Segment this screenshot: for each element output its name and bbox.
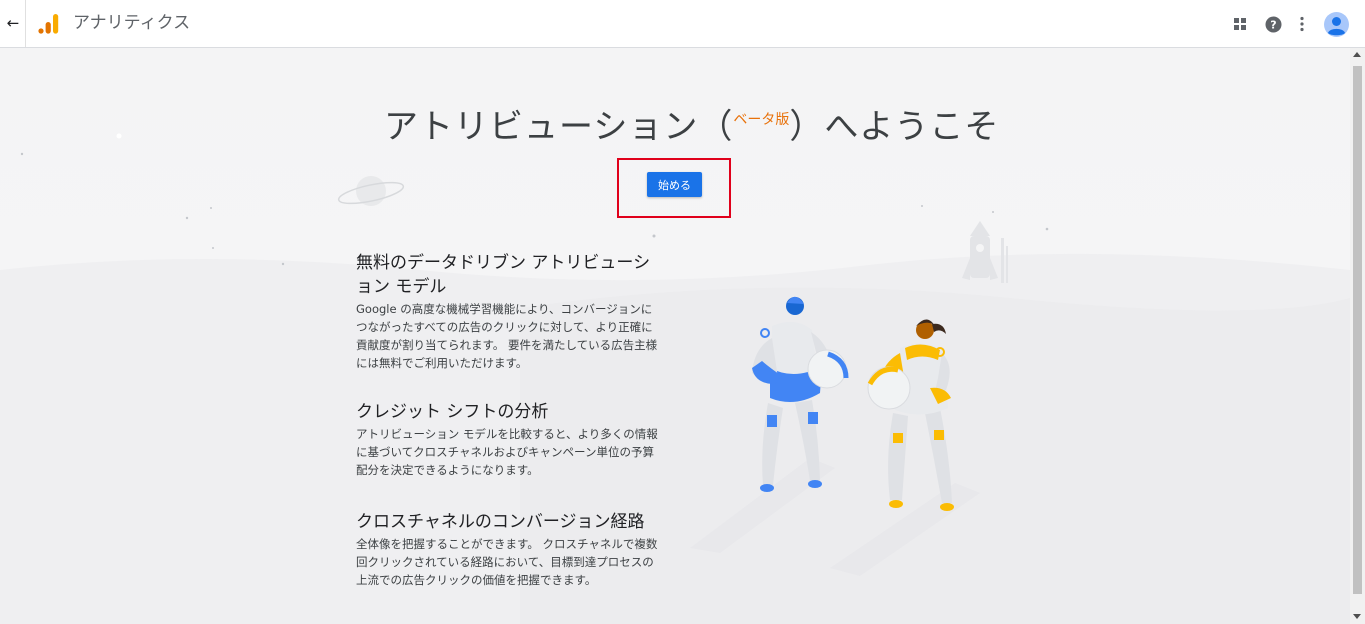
topbar-divider [25,0,26,47]
top-app-bar: ← アナリティクス ? [0,0,1365,48]
feature-description: 全体像を把握することができます。 クロスチャネルで複数回クリックされている経路に… [356,537,658,587]
feature-description: Google の高度な機械学習機能により、コンバージョンにつながったすべての広告… [356,302,658,370]
feature-cross-channel-paths: クロスチャネルのコンバージョン経路 全体像を把握することができます。 クロスチャ… [356,510,661,589]
welcome-panel: アトリビューション（ベータ版）へようこそ 始める 無料のデータドリブン アトリビ… [0,48,1350,624]
rocket-icon [962,221,1008,283]
back-arrow-icon[interactable]: ← [5,14,21,32]
app-title: アナリティクス [73,13,191,33]
planet-icon [337,176,405,206]
page-title: アトリビューション（ベータ版）へようこそ [384,106,999,155]
feature-description: アトリビューション モデルを比較すると、より多くの情報に基づいてクロスチャネルお… [356,427,658,477]
scroll-down-arrow-icon[interactable] [1353,614,1361,619]
feature-heading: クロスチャネルのコンバージョン経路 [356,512,645,532]
start-button[interactable]: 始める [647,172,702,197]
star-icon [116,133,122,139]
scrollbar-thumb[interactable] [1353,66,1362,594]
title-text-end: ）へようこそ [789,107,1000,147]
title-text-start: アトリビューション（ [384,107,734,147]
beta-badge: ベータ版 [733,112,790,128]
apps-grid-icon[interactable] [1228,12,1252,36]
feature-data-driven-attribution: 無料のデータドリブン アトリビューション モデル Google の高度な機械学習… [356,251,661,372]
feature-credit-shift-analysis: クレジット シフトの分析 アトリビューション モデルを比較すると、より多くの情報… [356,400,661,479]
svg-text:?: ? [1270,18,1276,31]
more-vert-icon[interactable] [1290,12,1314,36]
scroll-up-arrow-icon[interactable] [1353,52,1361,57]
help-icon[interactable]: ? [1261,12,1285,36]
account-avatar-icon[interactable] [1323,11,1349,37]
feature-heading: 無料のデータドリブン アトリビューション モデル [356,253,651,297]
vertical-scrollbar[interactable] [1350,48,1365,624]
feature-heading: クレジット シフトの分析 [356,402,549,422]
analytics-logo-icon[interactable] [38,13,60,35]
